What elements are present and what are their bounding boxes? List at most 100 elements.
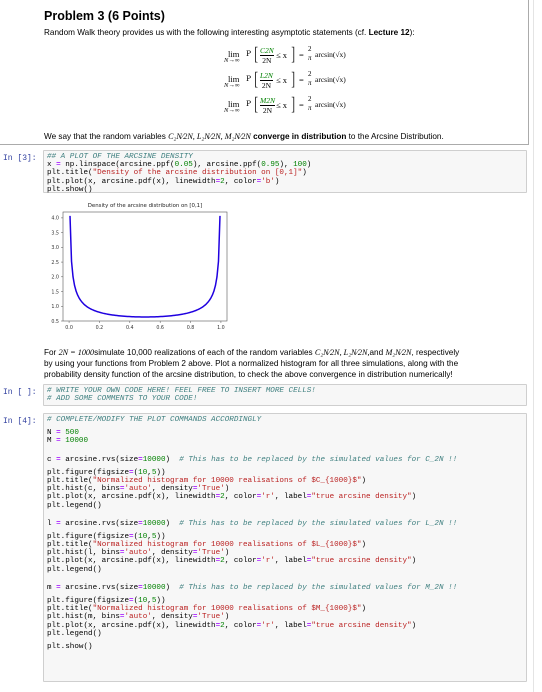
task-math-2n: 2N = 1000 [58, 348, 95, 357]
axes-frame [62, 211, 228, 322]
x-tick-label: 0.8 [187, 325, 195, 331]
cell-prompt-4: In [4]: [3, 417, 37, 426]
y-tick-label: 2.5 [51, 260, 59, 266]
left-bracket: [ [254, 44, 259, 65]
intro-paragraph: Random Walk theory provides us with the … [44, 27, 415, 38]
convergence-bold: converge in distribution [253, 132, 347, 141]
code-editor[interactable]: # WRITE YOUR OWN CODE HERE! FEEL FREE TO… [44, 385, 526, 405]
y-tick-label: 4.0 [51, 216, 59, 222]
code-line: plt.hist(l, bins='auto', density='True') [47, 549, 230, 558]
left-bracket: [ [254, 69, 259, 90]
y-tick-label: 3.0 [51, 245, 59, 251]
right-bracket: ] [291, 94, 296, 115]
y-tick-label: 2.0 [51, 275, 59, 281]
intro-suffix: ): [409, 28, 415, 37]
convergence-vars: C₂N⁄2N, L₂N⁄2N, M₂N⁄2N [168, 132, 251, 141]
plot-title: Density of the arcsine distribution on [… [88, 203, 202, 209]
convergence-paragraph: We say that the random variables C₂N⁄2N,… [44, 131, 444, 142]
y-axis: 0.5 1.0 1.5 2.0 2.5 3.0 3.5 4.0 [51, 216, 63, 325]
code-line: plt.show() [47, 642, 93, 651]
task-line-1: For 2N = 1000simulate 10,000 realization… [44, 347, 459, 358]
fraction: L2N 2N [260, 71, 273, 90]
y-tick-label: 3.5 [51, 230, 59, 236]
code-line: M = 10000 [47, 437, 89, 446]
x-tick-label: 0.4 [126, 325, 134, 331]
probability-symbol: P [246, 99, 252, 108]
x-axis: 0.0 0.2 0.4 0.6 0.8 1.0 [65, 321, 225, 331]
code-line: plt.title("Normalized histogram for 1000… [47, 476, 367, 485]
code-line: # WRITE YOUR OWN CODE HERE! FEEL FREE TO… [47, 387, 316, 395]
fraction: M2N 2N [260, 96, 275, 115]
task-vars: C₂N⁄2N, L₂N⁄2N, [314, 348, 370, 357]
scrollbar-track[interactable] [533, 0, 534, 692]
code-line: plt.title("Density of the arcsine distri… [47, 169, 307, 178]
task-prefix: For [44, 348, 59, 357]
relation: ≤ x [276, 50, 288, 60]
code-line: plt.show() [47, 185, 93, 194]
code-line: plt.plot(x, arcsine.pdf(x), linewidth=2,… [47, 177, 280, 186]
code-line: N = 500 [47, 429, 79, 438]
code-line: plt.title("Normalized histogram for 1000… [47, 541, 367, 550]
arcsine-density-plot: Density of the arcsine distribution on [… [51, 203, 228, 331]
code-line: # ADD SOME COMMENTS TO YOUR CODE! [47, 395, 198, 404]
code-line: plt.hist(c, bins='auto', density='True') [47, 485, 230, 494]
right-bracket: ] [291, 44, 296, 65]
code-editor[interactable]: ## A PLOT OF THE ARCSINE DENSITY x = np.l… [44, 151, 526, 196]
convergence-text: We say that the random variables [44, 132, 169, 141]
code-line: m = arcsine.rvs(size=10000) # This has t… [47, 583, 458, 592]
code-line: plt.figure(figsize=(10,5)) [47, 532, 166, 541]
task-line1-end: , respectively [411, 348, 460, 357]
task-var3: M₂N⁄2N [385, 348, 412, 357]
convergence-suffix: to the Arcsine Distribution. [346, 132, 444, 141]
code-line: # COMPLETE/MODIFY THE PLOT COMMANDS ACCO… [47, 416, 262, 424]
left-bracket: [ [254, 94, 259, 115]
probability-symbol: P [246, 74, 252, 83]
code-line: ## A PLOT OF THE ARCSINE DENSITY [47, 153, 193, 161]
right-bracket: ] [291, 69, 296, 90]
x-tick-label: 0.6 [156, 325, 164, 331]
limit: lim N→∞ [224, 49, 240, 64]
code-cell-4[interactable]: # COMPLETE/MODIFY THE PLOT COMMANDS ACCO… [43, 413, 527, 682]
task-mid: simulate 10,000 realizations of each of … [94, 348, 315, 357]
code-line: plt.title("Normalized histogram for 1000… [47, 605, 367, 614]
cell-prompt-empty: In [ ]: [3, 388, 37, 397]
code-line: plt.plot(x, arcsine.pdf(x), linewidth=2,… [47, 493, 417, 502]
y-tick-label: 0.5 [51, 319, 59, 325]
code-cell-3[interactable]: ## A PLOT OF THE ARCSINE DENSITY x = np.l… [43, 150, 527, 196]
code-line: plt.plot(x, arcsine.pdf(x), linewidth=2,… [47, 621, 417, 630]
code-line: plt.hist(m, bins='auto', density='True') [47, 613, 230, 622]
fraction: C2N 2N [260, 46, 274, 65]
x-tick-label: 0.2 [96, 325, 104, 331]
code-cell-empty[interactable]: # WRITE YOUR OWN CODE HERE! FEEL FREE TO… [43, 384, 527, 406]
lecture-reference: Lecture 12 [368, 28, 410, 37]
relation: ≤ x [276, 75, 288, 85]
code-line: plt.legend() [47, 501, 102, 510]
x-tick-label: 1.0 [217, 325, 225, 331]
code-line: plt.figure(figsize=(10,5)) [47, 597, 166, 605]
equals-sign: = [299, 50, 304, 60]
task-line-3: probability density function of the arcs… [44, 370, 453, 379]
code-line: plt.legend() [47, 629, 102, 638]
equals-sign: = [299, 75, 304, 85]
limit: lim N→∞ [224, 74, 240, 89]
code-line: l = arcsine.rvs(size=10000) # This has t… [47, 519, 458, 528]
equals-sign: = [299, 100, 304, 110]
task-and: and [369, 348, 386, 357]
code-line: plt.legend() [47, 565, 102, 574]
cell-prompt-3: In [3]: [3, 154, 37, 163]
density-curve [69, 215, 221, 318]
code-line: x = np.linspace(arcsine.ppf(0.05), arcsi… [47, 161, 312, 170]
task-line-2: by using your functions from Problem 2 a… [44, 359, 459, 368]
probability-symbol: P [246, 49, 252, 58]
intro-text: Random Walk theory provides us with the … [44, 28, 369, 37]
x-tick-label: 0.0 [65, 325, 73, 331]
code-editor[interactable]: # COMPLETE/MODIFY THE PLOT COMMANDS ACCO… [44, 414, 526, 653]
limit: lim N→∞ [224, 99, 240, 114]
y-tick-label: 1.0 [51, 304, 59, 310]
relation: ≤ x [276, 100, 288, 110]
code-line: plt.figure(figsize=(10,5)) [47, 468, 166, 477]
problem-title: Problem 3 (6 Points) [44, 9, 165, 23]
y-tick-label: 1.5 [51, 289, 59, 295]
code-line: plt.plot(x, arcsine.pdf(x), linewidth=2,… [47, 557, 417, 566]
code-line: c = arcsine.rvs(size=10000) # This has t… [47, 455, 458, 464]
